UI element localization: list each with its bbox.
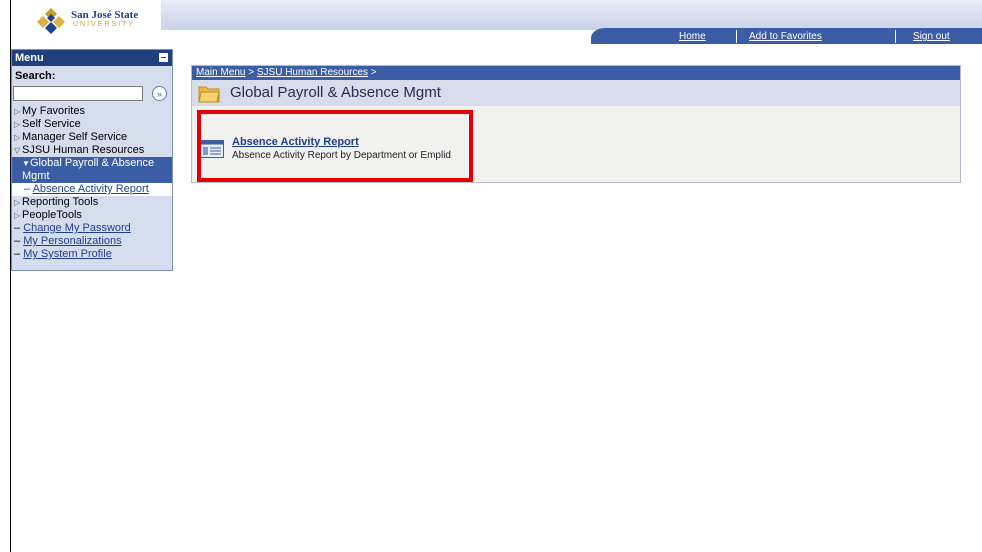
- menu-link-label: My Personalizations: [23, 235, 122, 247]
- dash-icon: –: [24, 183, 33, 195]
- expand-arrow-icon: ▷: [14, 120, 21, 129]
- logo-mark-icon: [37, 8, 65, 34]
- menu-link-label: My System Profile: [23, 248, 112, 260]
- menu-item-my-favorites[interactable]: ▷ My Favorites: [12, 105, 172, 118]
- search-row: »: [12, 83, 172, 105]
- university-logo[interactable]: San José State UNIVERSITY: [25, 3, 165, 39]
- collapse-arrow-icon: ▽: [14, 146, 21, 155]
- menu-item-global-payroll[interactable]: ▼Global Payroll & Absence Mgmt: [12, 157, 172, 183]
- menu-item-label: Reporting Tools: [22, 196, 99, 208]
- breadcrumb-sjsu-hr[interactable]: SJSU Human Resources: [257, 67, 368, 78]
- expand-arrow-icon: ▷: [14, 107, 21, 116]
- menu-item-self-service[interactable]: ▷ Self Service: [12, 118, 172, 131]
- menu-item-absence-activity-report[interactable]: – Absence Activity Report: [12, 183, 172, 196]
- menu-item-label: Self Service: [22, 118, 81, 130]
- logo-subtitle: UNIVERSITY: [73, 21, 136, 28]
- dash-icon: –: [14, 248, 21, 260]
- header: San José State UNIVERSITY Home Add to Fa…: [11, 0, 982, 44]
- menu-item-label: My Favorites: [22, 105, 85, 117]
- navigation-menu: Menu Search: » ▷ My Favorites ▷ Self Servi…: [11, 49, 173, 271]
- menu-item-reporting-tools[interactable]: ▷ Reporting Tools: [12, 196, 172, 209]
- menu-item-manager-self-service[interactable]: ▷ Manager Self Service: [12, 131, 172, 144]
- menu-item-peopletools[interactable]: ▷ PeopleTools: [12, 209, 172, 222]
- menu-link-system-profile[interactable]: – My System Profile: [12, 248, 172, 261]
- menu-title: Menu: [15, 52, 44, 64]
- menu-link-change-password[interactable]: – Change My Password: [12, 222, 172, 235]
- dash-icon: –: [14, 235, 21, 247]
- expand-arrow-icon: ▷: [14, 198, 21, 207]
- menu-item-label: Absence Activity Report: [32, 183, 149, 195]
- menu-item-sjsu-human-resources[interactable]: ▽ SJSU Human Resources: [12, 144, 172, 157]
- logo-name: San José State: [71, 9, 139, 21]
- menu-header: Menu: [12, 50, 172, 66]
- folder-icon: [198, 86, 220, 103]
- breadcrumb-main-menu[interactable]: Main Menu: [196, 67, 245, 78]
- expanded-arrow-icon: ▼: [22, 159, 30, 168]
- expand-arrow-icon: ▷: [14, 133, 21, 142]
- expand-arrow-icon: ▷: [14, 211, 21, 220]
- breadcrumb: Main Menu > SJSU Human Resources >: [192, 66, 960, 80]
- nav-divider: [895, 30, 896, 43]
- breadcrumb-separator: >: [368, 67, 377, 78]
- menu-item-label: Global Payroll & Absence: [30, 157, 155, 169]
- menu-item-label: PeopleTools: [22, 209, 82, 221]
- nav-divider: [736, 30, 737, 43]
- menu-link-personalizations[interactable]: – My Personalizations: [12, 235, 172, 248]
- highlight-box: [197, 110, 473, 182]
- banner-background: [161, 0, 982, 30]
- collapse-menu-icon[interactable]: [159, 53, 168, 62]
- page-header: Global Payroll & Absence Mgmt: [192, 80, 960, 106]
- breadcrumb-separator: >: [245, 67, 257, 78]
- menu-item-label: Manager Self Service: [22, 131, 128, 143]
- menu-item-label-continued: Mgmt: [22, 170, 50, 182]
- page-title: Global Payroll & Absence Mgmt: [230, 84, 441, 101]
- home-link[interactable]: Home: [679, 31, 706, 42]
- search-label: Search:: [15, 70, 56, 82]
- menu-link-label: Change My Password: [23, 222, 131, 234]
- add-to-favorites-link[interactable]: Add to Favorites: [749, 31, 822, 42]
- app-frame: San José State UNIVERSITY Home Add to Fa…: [10, 0, 982, 552]
- dash-icon: –: [14, 222, 21, 234]
- menu-search-input[interactable]: [13, 86, 143, 101]
- menu-item-label: SJSU Human Resources: [22, 144, 145, 156]
- sign-out-link[interactable]: Sign out: [913, 31, 950, 42]
- search-go-icon[interactable]: »: [152, 86, 167, 101]
